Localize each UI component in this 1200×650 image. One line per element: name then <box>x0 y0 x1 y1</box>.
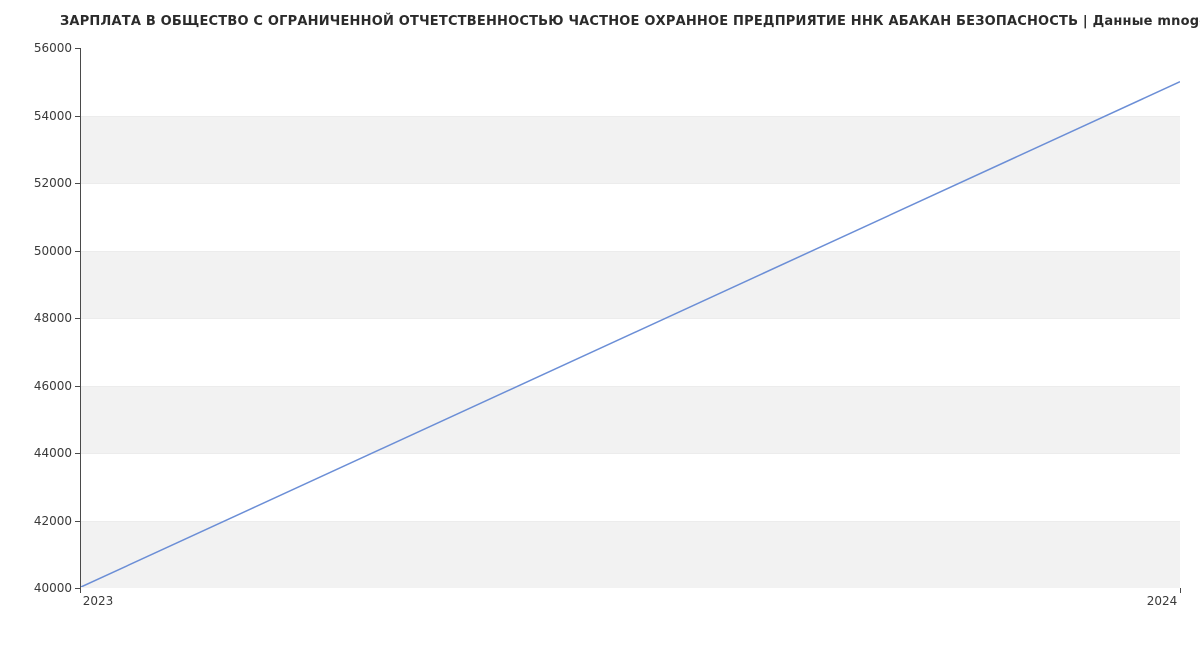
y-tick-label: 52000 <box>34 176 72 190</box>
chart-container: ЗАРПЛАТА В ОБЩЕСТВО С ОГРАНИЧЕННОЙ ОТЧЕТ… <box>0 0 1200 650</box>
y-tick-mark <box>75 386 80 387</box>
y-tick-label: 40000 <box>34 581 72 595</box>
y-tick-label: 46000 <box>34 379 72 393</box>
y-tick-mark <box>75 116 80 117</box>
plot-area: 4000042000440004600048000500005200054000… <box>80 48 1180 588</box>
y-tick-mark <box>75 521 80 522</box>
y-tick-label: 54000 <box>34 109 72 123</box>
y-tick-mark <box>75 318 80 319</box>
x-tick-mark <box>1180 588 1181 593</box>
line-series <box>81 48 1180 587</box>
y-tick-mark <box>75 183 80 184</box>
y-tick-mark <box>75 48 80 49</box>
y-tick-label: 42000 <box>34 514 72 528</box>
y-tick-mark <box>75 453 80 454</box>
y-tick-label: 56000 <box>34 41 72 55</box>
y-tick-label: 48000 <box>34 311 72 325</box>
x-tick-label: 2024 <box>1147 594 1178 608</box>
y-tick-label: 50000 <box>34 244 72 258</box>
x-tick-mark <box>80 588 81 593</box>
chart-title: ЗАРПЛАТА В ОБЩЕСТВО С ОГРАНИЧЕННОЙ ОТЧЕТ… <box>60 14 1200 29</box>
x-tick-label: 2023 <box>83 594 114 608</box>
axes <box>80 48 1180 588</box>
y-tick-label: 44000 <box>34 446 72 460</box>
y-tick-mark <box>75 251 80 252</box>
